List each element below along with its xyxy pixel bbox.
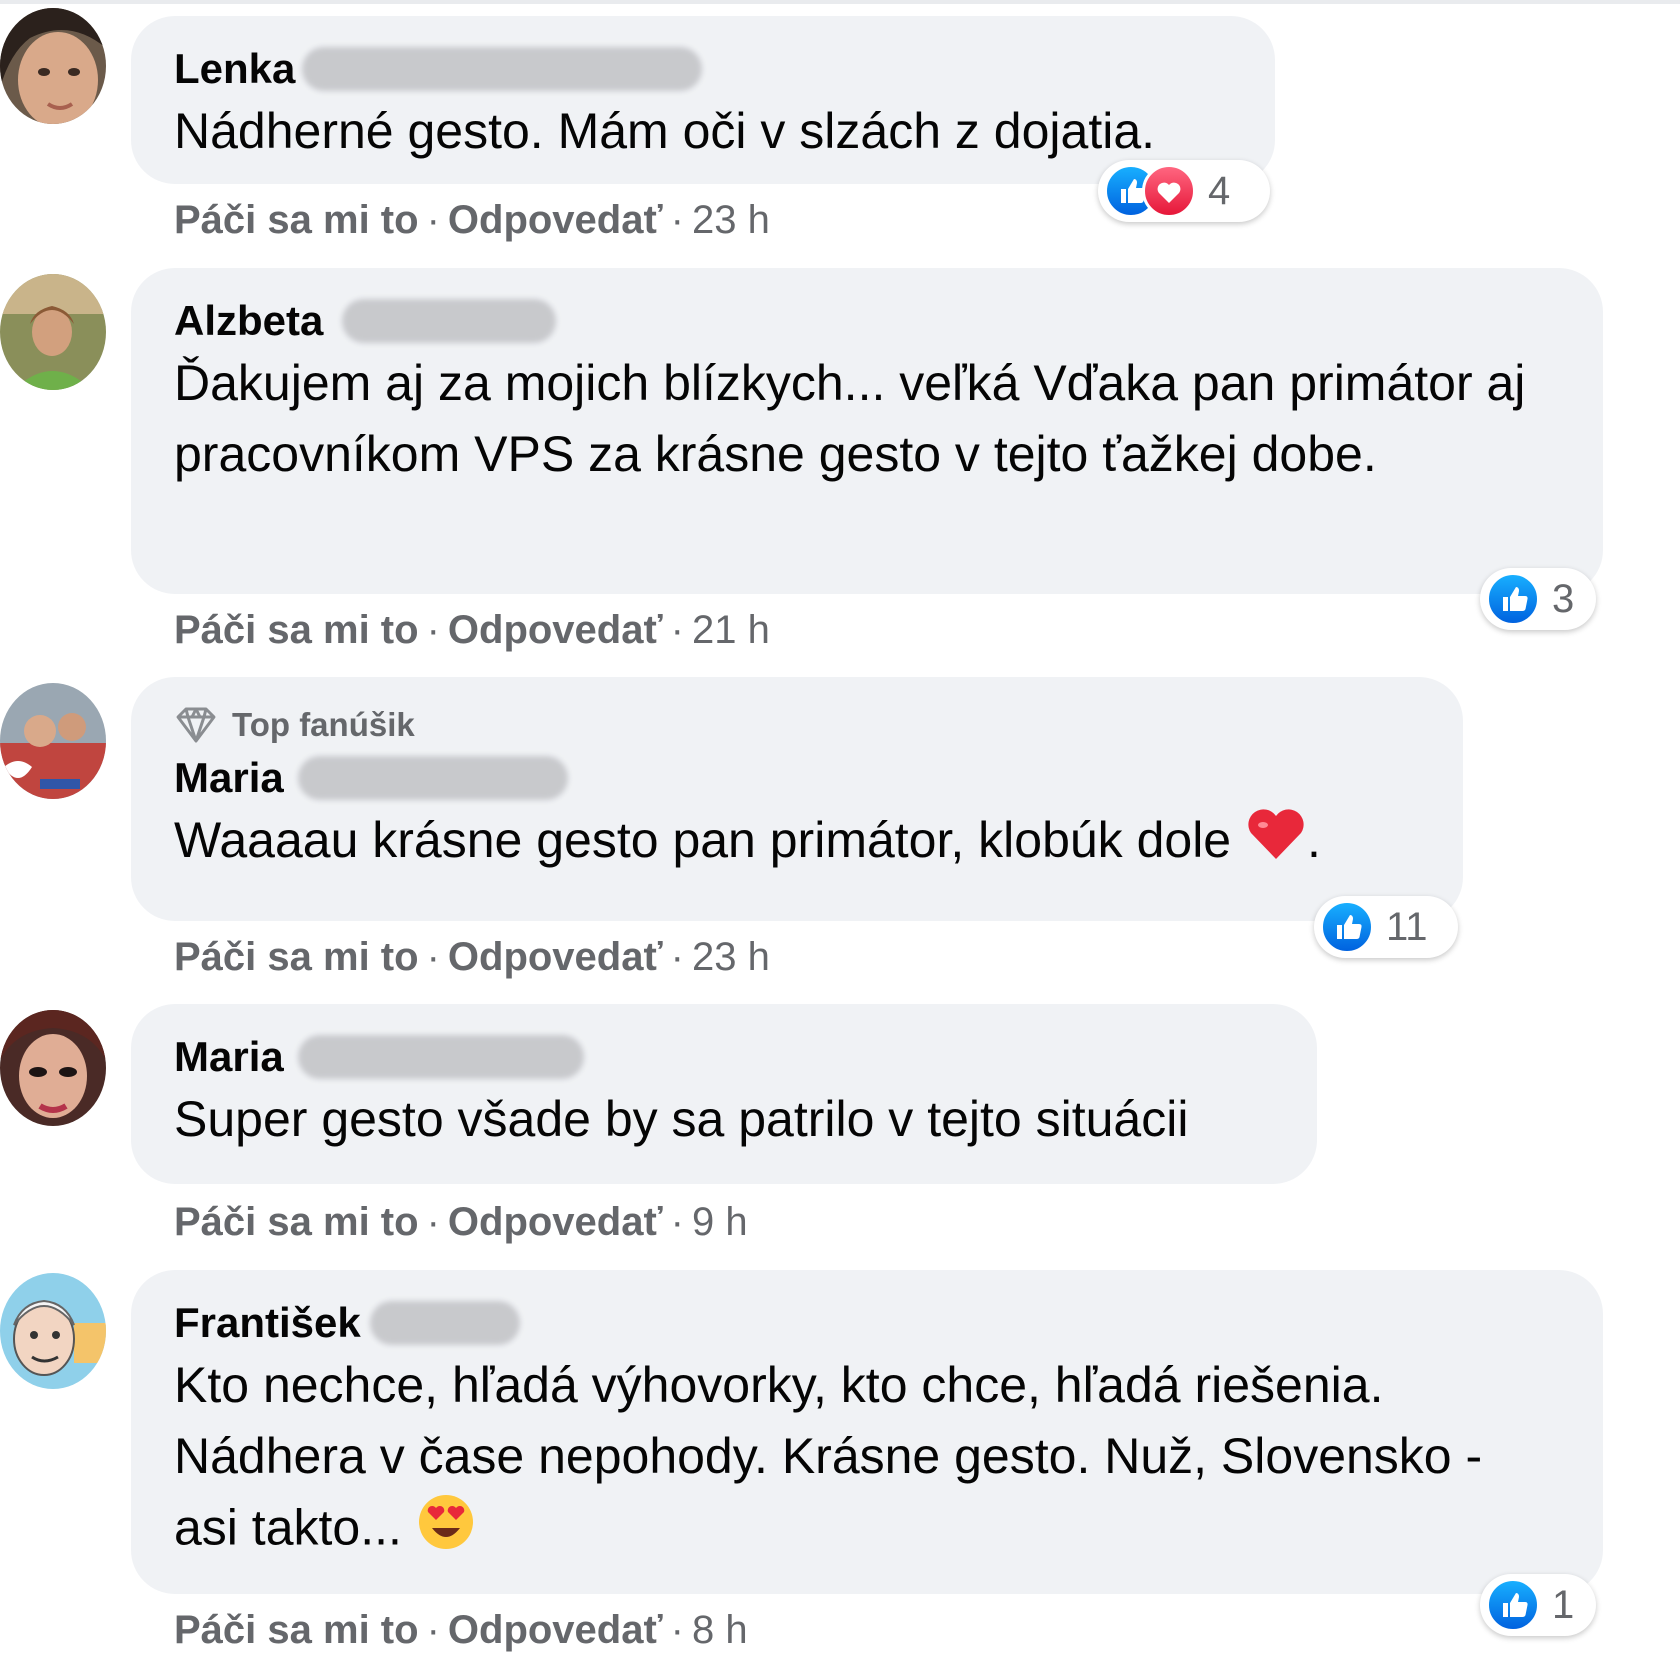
comment-bubble: František Kto nechce, hľadá výhovorky, k… <box>131 1270 1603 1594</box>
separator: · <box>426 935 440 979</box>
separator: · <box>670 608 684 652</box>
diamond-icon <box>176 707 216 743</box>
like-icon <box>1486 572 1540 626</box>
like-link[interactable]: Páči sa mi to <box>174 1608 419 1652</box>
comment-bubble: Lenka Nádherné gesto. Mám oči v slzách z… <box>131 16 1275 184</box>
comment-author[interactable]: František <box>174 1296 520 1350</box>
comment-author[interactable]: Alzbeta <box>174 294 556 348</box>
reply-link[interactable]: Odpovedať <box>448 935 663 979</box>
avatar[interactable] <box>0 1010 106 1126</box>
comment-actions: Páči sa mi to · Odpovedať · 23 h <box>174 198 770 243</box>
reply-link[interactable]: Odpovedať <box>448 1200 663 1244</box>
avatar[interactable] <box>0 274 106 390</box>
comment-actions: Páči sa mi to · Odpovedať · 9 h <box>174 1200 748 1245</box>
reactions-summary[interactable]: 1 <box>1480 1574 1596 1636</box>
separator: · <box>670 1608 684 1652</box>
separator: · <box>670 198 684 242</box>
comment-time[interactable]: 23 h <box>692 935 770 979</box>
comment-bubble: Top fanúšik Maria Waaaau krásne gesto pa… <box>131 677 1463 921</box>
love-icon <box>1142 164 1196 218</box>
separator: · <box>426 1608 440 1652</box>
avatar[interactable] <box>0 683 106 799</box>
comment-actions: Páči sa mi to · Odpovedať · 8 h <box>174 1608 748 1653</box>
redacted-name <box>298 756 568 800</box>
reply-link[interactable]: Odpovedať <box>448 198 663 242</box>
separator: · <box>426 1200 440 1244</box>
separator: · <box>670 935 684 979</box>
comment-time[interactable]: 8 h <box>692 1608 748 1652</box>
like-link[interactable]: Páči sa mi to <box>174 198 419 242</box>
separator: · <box>670 1200 684 1244</box>
top-divider <box>0 0 1680 4</box>
comment-text: Super gesto všade by sa patrilo v tejto … <box>174 1091 1189 1147</box>
top-fan-badge[interactable]: Top fanúšik <box>174 701 1419 749</box>
reaction-count: 11 <box>1386 904 1428 949</box>
comment-bubble: Alzbeta Ďakujem aj za mojich blízkych...… <box>131 268 1603 594</box>
reply-link[interactable]: Odpovedať <box>448 1608 663 1652</box>
comment-text: Ďakujem aj za mojich blízkych... veľká V… <box>174 355 1526 482</box>
reactions-summary[interactable]: 3 <box>1480 568 1596 630</box>
avatar[interactable] <box>0 8 106 124</box>
comment-actions: Páči sa mi to · Odpovedať · 23 h <box>174 935 770 980</box>
comment-author[interactable]: Lenka <box>174 42 702 96</box>
redacted-name <box>302 47 702 91</box>
redacted-name <box>298 1035 584 1079</box>
red-heart-emoji <box>1245 807 1307 880</box>
comment-bubble: Maria Super gesto všade by sa patrilo v … <box>131 1004 1317 1184</box>
reactions-summary[interactable]: 4 <box>1098 160 1270 222</box>
redacted-name <box>342 299 556 343</box>
comment-text: Nádherné gesto. Mám oči v slzách z dojat… <box>174 103 1156 159</box>
comment-time[interactable]: 9 h <box>692 1200 748 1244</box>
reaction-count: 4 <box>1208 168 1231 213</box>
badge-label: Top fanúšik <box>232 706 415 743</box>
comment-time[interactable]: 23 h <box>692 198 770 242</box>
like-icon <box>1320 900 1374 954</box>
reaction-count: 1 <box>1552 1582 1575 1627</box>
comment-time[interactable]: 21 h <box>692 608 770 652</box>
comment-text: Waaaau krásne gesto pan primátor, klobúk… <box>174 805 1419 880</box>
like-icon <box>1486 1578 1540 1632</box>
separator: · <box>426 198 440 242</box>
comment-text: Kto nechce, hľadá výhovorky, kto chce, h… <box>174 1350 1559 1571</box>
reaction-count: 3 <box>1552 576 1575 621</box>
comment-author[interactable]: Maria <box>174 1030 584 1084</box>
reactions-summary[interactable]: 11 <box>1314 896 1458 958</box>
avatar[interactable] <box>0 1273 106 1389</box>
redacted-name <box>370 1301 520 1345</box>
separator: · <box>426 608 440 652</box>
like-link[interactable]: Páči sa mi to <box>174 935 419 979</box>
like-link[interactable]: Páči sa mi to <box>174 1200 419 1244</box>
heart-eyes-emoji <box>416 1492 476 1571</box>
reply-link[interactable]: Odpovedať <box>448 608 663 652</box>
comment-actions: Páči sa mi to · Odpovedať · 21 h <box>174 608 770 653</box>
comment-author[interactable]: Maria <box>174 751 568 805</box>
like-link[interactable]: Páči sa mi to <box>174 608 419 652</box>
